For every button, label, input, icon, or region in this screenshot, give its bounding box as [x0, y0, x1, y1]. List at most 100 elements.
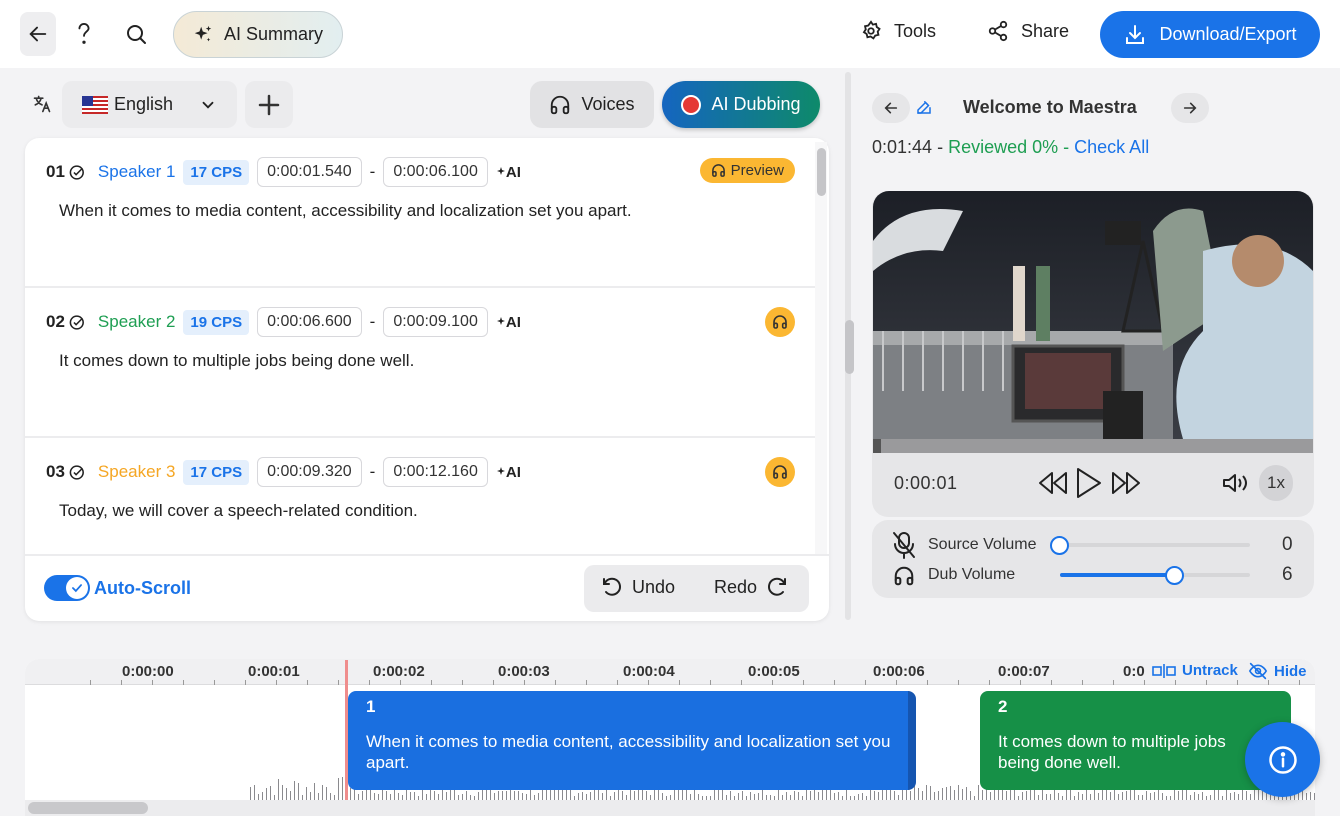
- segment-row[interactable]: 01 Speaker 1 17 CPS 0:00:01.540 - 0:00:0…: [25, 138, 815, 288]
- waveform-bar: [582, 792, 583, 800]
- ruler-tick-label: 0:00:03: [498, 663, 550, 680]
- speaker-label[interactable]: Speaker 1: [98, 162, 176, 182]
- waveform-bar: [930, 786, 931, 800]
- preview-button[interactable]: Preview: [699, 158, 795, 183]
- end-time-field[interactable]: 0:00:12.160: [383, 457, 488, 487]
- auto-scroll-toggle[interactable]: [44, 575, 90, 601]
- info-button[interactable]: [1245, 722, 1320, 797]
- ai-rewrite-button[interactable]: AI: [496, 464, 521, 481]
- dub-volume-label: Dub Volume: [928, 566, 1016, 583]
- waveform-bar: [1182, 790, 1183, 800]
- ai-summary-button[interactable]: AI Summary: [173, 11, 343, 58]
- segment-text[interactable]: Today, we will cover a speech-related co…: [59, 501, 418, 521]
- back-button[interactable]: [20, 12, 56, 56]
- voices-label: Voices: [581, 94, 635, 114]
- language-select[interactable]: English: [62, 81, 237, 128]
- waveform-bar: [1230, 793, 1231, 800]
- cps-badge: 17 CPS: [183, 459, 250, 485]
- voices-button[interactable]: Voices: [530, 81, 654, 128]
- untrack-button[interactable]: Untrack: [1148, 662, 1238, 679]
- end-time-field[interactable]: 0:00:06.100: [383, 157, 488, 187]
- auto-scroll-label[interactable]: Auto-Scroll: [94, 578, 191, 599]
- segments-scroll-thumb[interactable]: [817, 148, 826, 196]
- waveform-bar: [514, 791, 515, 800]
- video-frame[interactable]: [873, 191, 1313, 439]
- playback-speed-button[interactable]: 1x: [1259, 465, 1293, 501]
- rewind-icon: [1039, 472, 1067, 494]
- source-volume-handle[interactable]: [1050, 536, 1069, 555]
- waveform-bar: [1150, 793, 1151, 800]
- waveform-bar: [730, 791, 731, 800]
- segment-row[interactable]: 02 Speaker 2 19 CPS 0:00:06.600 - 0:00:0…: [25, 288, 815, 438]
- waveform-bar: [910, 791, 911, 800]
- volume-button[interactable]: [1222, 472, 1248, 494]
- undo-label: Undo: [632, 576, 676, 597]
- playhead[interactable]: [345, 660, 348, 800]
- check-all-link[interactable]: Check All: [1074, 137, 1149, 157]
- previous-media-button[interactable]: [872, 93, 910, 123]
- edit-title-button[interactable]: [915, 98, 933, 116]
- waveform-bar: [410, 792, 411, 800]
- dub-volume-handle[interactable]: [1165, 566, 1184, 585]
- segment-text[interactable]: When it comes to media content, accessib…: [59, 201, 632, 221]
- waveform-bar: [1310, 792, 1311, 800]
- ai-rewrite-button[interactable]: AI: [496, 314, 521, 331]
- ruler-tick: [586, 680, 587, 685]
- waveform-bar: [798, 792, 799, 800]
- share-button[interactable]: Share: [987, 20, 1069, 42]
- timeline-scrollbar[interactable]: [25, 800, 1315, 816]
- sparkle-icon: [194, 25, 212, 41]
- tools-button[interactable]: Tools: [860, 20, 936, 42]
- waveform-bar: [1146, 791, 1147, 800]
- segments-scrollbar[interactable]: [815, 142, 827, 554]
- speaker-label[interactable]: Speaker 2: [98, 312, 176, 332]
- search-button[interactable]: [118, 16, 154, 52]
- waveform-bar: [878, 792, 879, 800]
- start-time-field[interactable]: 0:00:09.320: [257, 457, 362, 487]
- splitter-handle[interactable]: [845, 320, 854, 374]
- share-icon: [988, 20, 1008, 42]
- speaker-label[interactable]: Speaker 3: [98, 462, 176, 482]
- headphones-icon: [711, 164, 725, 177]
- next-media-button[interactable]: [1171, 93, 1209, 123]
- video-progress-bar[interactable]: [873, 439, 1313, 453]
- ruler-tick: [772, 680, 773, 685]
- redo-button[interactable]: Redo: [714, 575, 789, 599]
- ruler-tick: [1268, 680, 1269, 685]
- hide-button[interactable]: Hide: [1248, 662, 1307, 680]
- rewind-button[interactable]: [1037, 469, 1069, 497]
- waveform-bar: [278, 779, 279, 800]
- translate-icon: [32, 94, 52, 114]
- clip-number: 1: [366, 697, 376, 716]
- timeline-clip[interactable]: 2 It comes down to multiple jobs being d…: [980, 691, 1291, 790]
- source-volume-slider[interactable]: [1060, 543, 1250, 547]
- add-language-button[interactable]: [245, 81, 293, 128]
- info-icon: [1268, 745, 1297, 774]
- play-button[interactable]: [1074, 466, 1104, 500]
- download-export-button[interactable]: Download/Export: [1100, 11, 1320, 58]
- preview-button[interactable]: [765, 457, 795, 487]
- waveform-bar: [290, 791, 291, 800]
- ai-dubbing-button[interactable]: AI Dubbing: [662, 81, 820, 128]
- timeline-scroll-thumb[interactable]: [28, 802, 148, 814]
- start-time-field[interactable]: 0:00:06.600: [257, 307, 362, 337]
- waveform-bar: [1026, 791, 1027, 800]
- end-time-field[interactable]: 0:00:09.100: [383, 307, 488, 337]
- waveform-bar: [962, 789, 963, 800]
- waveform-bar: [954, 790, 955, 800]
- undo-button[interactable]: Undo: [600, 575, 675, 599]
- time-separator: -: [369, 162, 376, 181]
- help-button[interactable]: [66, 16, 102, 52]
- waveform-bar: [882, 790, 883, 800]
- waveform-bar: [1234, 792, 1235, 800]
- segment-text[interactable]: It comes down to multiple jobs being don…: [59, 351, 414, 371]
- fast-forward-button[interactable]: [1110, 469, 1142, 497]
- waveform-bar: [914, 786, 915, 800]
- waveform-bar: [374, 793, 375, 800]
- preview-button[interactable]: [765, 307, 795, 337]
- ai-rewrite-button[interactable]: AI: [496, 164, 521, 181]
- start-time-field[interactable]: 0:00:01.540: [257, 157, 362, 187]
- waveform-bar: [602, 793, 603, 800]
- timeline-clip[interactable]: 1 When it comes to media content, access…: [348, 691, 916, 790]
- waveform-bar: [958, 785, 959, 800]
